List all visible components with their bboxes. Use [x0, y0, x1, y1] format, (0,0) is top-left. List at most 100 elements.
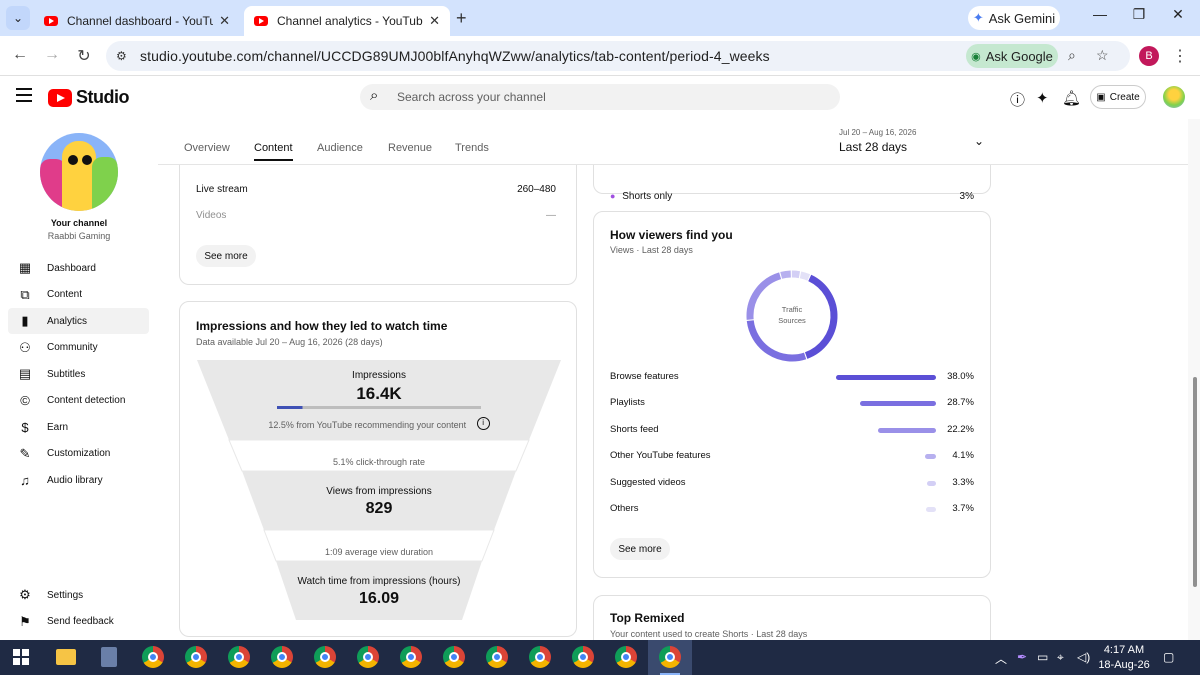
ctr-text: 5.1% click-through rate [332, 457, 426, 467]
sidebar-item-content[interactable]: ⧉ Content [8, 282, 149, 308]
calculator-icon[interactable] [101, 647, 117, 667]
taskbar-clock[interactable]: 4:17 AM 18-Aug-26 [1097, 643, 1151, 673]
browser-menu-icon[interactable]: ⋮ [1172, 46, 1188, 66]
chrome-center-dot [234, 652, 244, 662]
back-arrow-icon[interactable]: ← [8, 46, 32, 64]
bookmark-star-icon[interactable]: ☆ [1096, 47, 1109, 64]
chrome-center-dot [191, 652, 201, 662]
sidebar-item-content-detection[interactable]: © Content detection [8, 388, 149, 414]
chrome-taskbar-icon[interactable] [228, 646, 250, 668]
channel-search-input[interactable]: ⌕ Search across your channel [360, 84, 840, 110]
chrome-taskbar-icon[interactable] [529, 646, 551, 668]
info-icon[interactable]: i [476, 417, 490, 431]
sidebar-item-label: Audio library [47, 474, 103, 486]
site-info-icon[interactable]: ⚙ [116, 49, 127, 63]
chrome-taskbar-icon[interactable] [659, 646, 681, 668]
channel-name: Raabbi Gaming [47, 231, 111, 241]
chrome-taskbar-icon[interactable] [271, 646, 293, 668]
tab-revenue[interactable]: Revenue [388, 142, 432, 154]
sidebar-item-earn[interactable]: $ Earn [8, 414, 149, 440]
reload-icon[interactable]: ↻ [72, 46, 96, 66]
views-label: Views from impressions [326, 486, 432, 497]
clock-time: 4:17 AM [1103, 644, 1145, 656]
sidebar-item-community[interactable]: ⚇ Community [8, 335, 149, 361]
sidebar-item-analytics[interactable]: ▮ Analytics [8, 308, 149, 334]
minimize-icon[interactable]: — [1085, 6, 1115, 22]
forward-arrow-icon[interactable]: → [40, 46, 64, 64]
studio-wordmark: Studio [76, 87, 130, 107]
funnel-impressions: Impressions 16.4K [197, 370, 561, 404]
close-tab-icon[interactable]: ✕ [219, 13, 230, 29]
chrome-taskbar-icon[interactable] [486, 646, 508, 668]
legend-dot-icon: ● [610, 191, 616, 201]
battery-icon[interactable]: ▭ [1037, 650, 1048, 664]
donut-slice [746, 320, 807, 362]
traffic-see-more-button[interactable]: See more [610, 538, 670, 560]
sidebar-item-dashboard[interactable]: ▦ Dashboard [8, 255, 149, 281]
impressions-value: 16.4K [356, 384, 402, 403]
ask-gemini-button[interactable]: ✦ Ask Gemini [968, 6, 1060, 30]
period-selector[interactable]: Jul 20 – Aug 16, 2026 Last 28 days [839, 128, 916, 154]
watch-time-value: 16.09 [358, 590, 400, 607]
chrome-center-dot [363, 652, 373, 662]
tab-trends[interactable]: Trends [455, 142, 489, 154]
donut-label-line1: Traffic [781, 305, 803, 314]
chrome-center-dot [406, 652, 416, 662]
browser-tab-analytics[interactable]: Channel analytics - YouTube Studio ✕ [244, 6, 450, 36]
volume-icon[interactable]: ◁) [1077, 650, 1090, 664]
chrome-taskbar-icon[interactable] [185, 646, 207, 668]
browser-tab-dashboard[interactable]: Channel dashboard - YouTube Studio ✕ [34, 6, 240, 36]
ask-google-button[interactable]: ◉ Ask Google [966, 44, 1058, 68]
chrome-taskbar-icon[interactable] [314, 646, 336, 668]
chrome-taskbar-icon[interactable] [357, 646, 379, 668]
new-tab-plus-icon[interactable]: + [456, 8, 467, 29]
chrome-center-dot [621, 652, 631, 662]
page-scrollbar-thumb[interactable] [1193, 377, 1197, 587]
chrome-taskbar-icon[interactable] [572, 646, 594, 668]
tab-content[interactable]: Content [254, 142, 293, 161]
chevron-down-icon[interactable]: ⌄ [974, 134, 984, 148]
tab-audience[interactable]: Audience [317, 142, 363, 154]
sidebar-item-customization[interactable]: ✎ Customization [8, 441, 149, 467]
notifications-bell-icon[interactable]: 🔔︎ [1062, 89, 1081, 107]
network-icon[interactable]: ⌖ [1057, 650, 1064, 665]
studio-sparkle-icon[interactable]: ✦ [1036, 89, 1049, 107]
account-avatar[interactable] [1163, 86, 1185, 108]
windows-start-icon[interactable] [13, 649, 29, 665]
url-text[interactable]: studio.youtube.com/channel/UCCDG89UMJ00b… [140, 48, 770, 64]
tray-chevron-icon[interactable]: ︿ [995, 650, 1007, 667]
sidebar-item-settings[interactable]: ⚙ Settings [8, 582, 149, 608]
channel-avatar[interactable] [40, 133, 118, 211]
browser-profile-avatar[interactable]: B [1139, 46, 1159, 66]
restore-icon[interactable]: ❐ [1124, 6, 1154, 23]
sidebar-item-subtitles[interactable]: ▤ Subtitles [8, 361, 149, 387]
funnel-ctr: 5.1% click-through rate [197, 452, 561, 470]
youtube-play-icon [48, 88, 72, 107]
traffic-source-bar [926, 507, 936, 512]
browser-tab-strip: ⌄ Channel dashboard - YouTube Studio ✕ C… [0, 0, 1200, 36]
create-button[interactable]: ▣ Create [1090, 85, 1146, 109]
studio-logo[interactable]: Studio [48, 87, 130, 108]
file-explorer-icon[interactable] [56, 649, 76, 665]
hamburger-menu-icon[interactable] [16, 88, 32, 102]
sidebar-item-label: Subtitles [47, 368, 86, 380]
impressions-funnel: Impressions 16.4K 12.5% from YouTube rec… [197, 360, 561, 620]
sidebar-item-send-feedback[interactable]: ⚑ Send feedback [8, 609, 149, 635]
help-icon[interactable]: ⓘ [1010, 89, 1025, 110]
zoom-search-icon[interactable]: ⌕ [1068, 47, 1076, 64]
tab-search-chevron-icon[interactable]: ⌄ [6, 6, 30, 30]
sidebar-item-audio-library[interactable]: ♫ Audio library [8, 467, 149, 493]
close-tab-icon[interactable]: ✕ [429, 13, 440, 29]
content-type-see-more-button[interactable]: See more [196, 245, 256, 267]
notification-center-icon[interactable]: ▢ [1163, 650, 1174, 664]
pen-icon[interactable]: ✒ [1017, 650, 1027, 664]
impressions-funnel-card: Impressions and how they led to watch ti… [179, 301, 577, 637]
chrome-taskbar-icon[interactable] [443, 646, 465, 668]
chrome-center-dot [277, 652, 287, 662]
address-bar[interactable]: ⚙ studio.youtube.com/channel/UCCDG89UMJ0… [106, 41, 1130, 71]
chrome-taskbar-icon[interactable] [400, 646, 422, 668]
close-window-icon[interactable]: ✕ [1163, 6, 1193, 23]
tab-overview[interactable]: Overview [184, 142, 230, 154]
chrome-taskbar-icon[interactable] [142, 646, 164, 668]
chrome-taskbar-icon[interactable] [615, 646, 637, 668]
